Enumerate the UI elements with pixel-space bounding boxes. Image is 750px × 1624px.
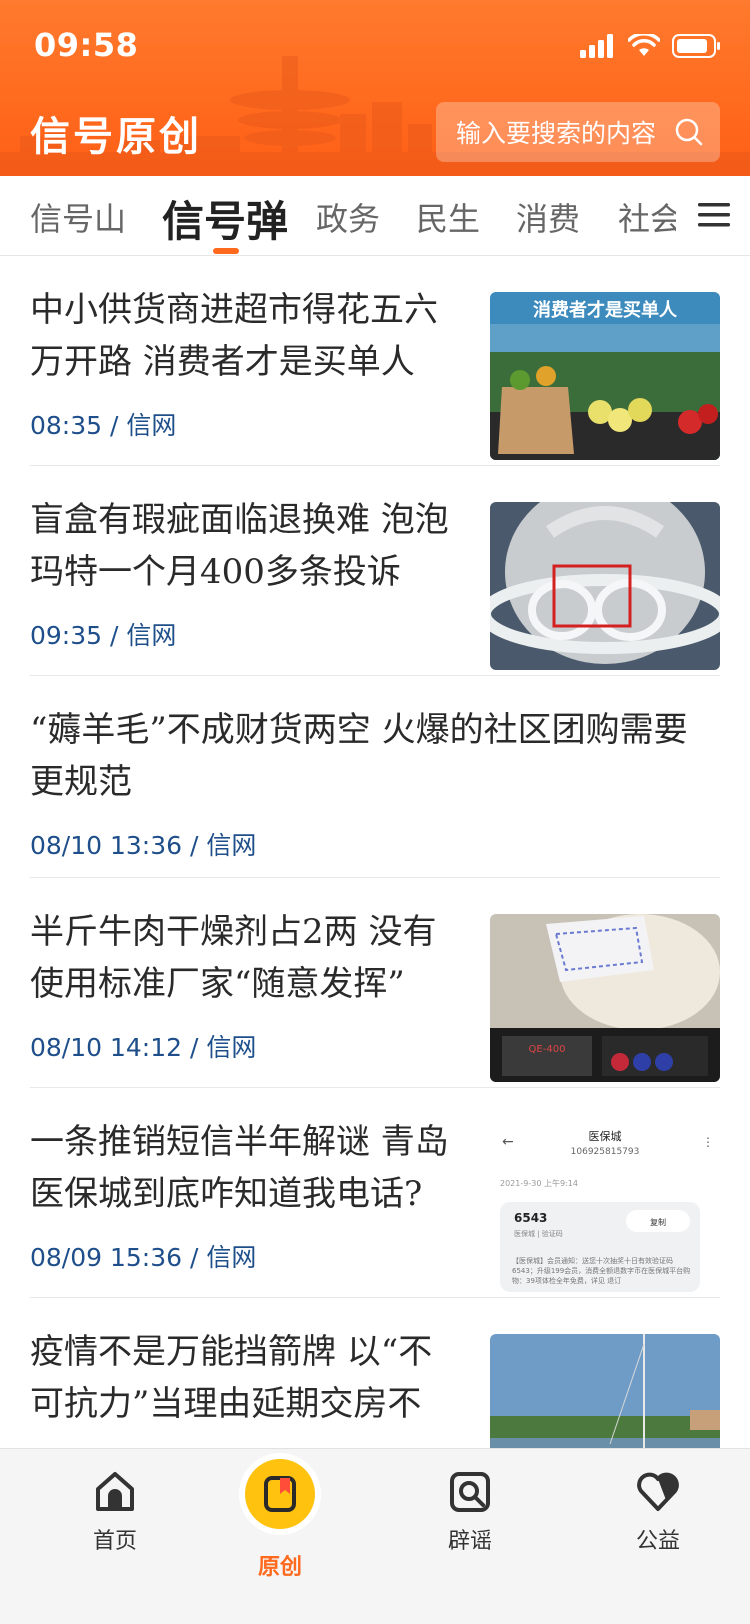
nav-rumor-label: 辟谣 — [447, 1529, 492, 1554]
thumbnail-caption: 消费者才是买单人 — [533, 299, 678, 321]
rumor-check-icon — [450, 1472, 490, 1512]
nav-home[interactable]: 首页 — [55, 1469, 175, 1555]
sms-copy: 复制 — [650, 1217, 666, 1227]
news-thumbnail[interactable]: 消费者才是买单人 — [490, 292, 720, 460]
tab-xinhaoshan[interactable]: 信号山 — [30, 194, 126, 240]
search-placeholder: 输入要搜索的内容 — [456, 119, 657, 148]
news-item[interactable]: 一条推销短信半年解谜 青岛医保城到底咋知道我电话? 08/09 15:36 / … — [30, 1088, 720, 1298]
original-icon — [264, 1476, 296, 1512]
menu-icon[interactable] — [698, 202, 730, 228]
news-title: 盲盒有瑕疵面临退换难 泡泡玛特一个月400多条投诉 — [30, 500, 449, 592]
home-icon — [96, 1472, 134, 1511]
news-item[interactable]: 盲盒有瑕疵面临退换难 泡泡玛特一个月400多条投诉 09:35 / 信网 — [30, 466, 720, 676]
news-item[interactable]: 半斤牛肉干燥剂占2两 没有使用标准厂家“随意发挥” 08/10 14:12 / … — [30, 878, 720, 1088]
news-thumbnail[interactable]: ← 医保城 106925815793 ⋮ 2021-9-30 上午9:14 65… — [490, 1124, 720, 1292]
status-time: 09:58 — [34, 26, 139, 64]
tab-minsheng[interactable]: 民生 — [416, 194, 480, 240]
tab-shehui[interactable]: 社会 — [618, 194, 682, 240]
news-title: 疫情不是万能挡箭牌 以“不可抗力”当理由延期交房不 — [30, 1332, 433, 1424]
news-title: 中小供货商进超市得花五六万开路 消费者才是买单人 — [30, 290, 438, 382]
news-title: 半斤牛肉干燥剂占2两 没有使用标准厂家“随意发挥” — [30, 912, 437, 1004]
news-thumbnail[interactable]: QE-400 — [490, 914, 720, 1082]
nav-charity-label: 公益 — [635, 1529, 680, 1554]
news-meta: 08/10 13:36 / 信网 — [30, 831, 257, 860]
sms-sender: 医保城 — [589, 1129, 622, 1143]
sms-code-sub: 医保城 | 验证码 — [514, 1229, 563, 1238]
desiccant-scale-image: QE-400 — [490, 914, 720, 1082]
status-icons — [580, 32, 722, 60]
blind-box-toy-image — [490, 502, 720, 670]
category-tabs: 信号山 信号弹 政务 民生 消费 社会 — [0, 176, 750, 256]
search-icon[interactable] — [674, 117, 704, 147]
scale-reading: QE-400 — [529, 1044, 566, 1055]
nav-charity[interactable]: 公益 — [598, 1469, 718, 1555]
app-logo: 信号原创 — [30, 114, 202, 160]
nav-home-label: 首页 — [92, 1529, 137, 1554]
tab-xiaofei[interactable]: 消费 — [516, 194, 580, 240]
news-meta: 08:35 / 信网 — [30, 411, 177, 440]
news-thumbnail[interactable] — [490, 502, 720, 670]
sms-code: 6543 — [514, 1211, 547, 1225]
news-title: 一条推销短信半年解谜 青岛医保城到底咋知道我电话? — [30, 1122, 449, 1214]
news-meta: 09:35 / 信网 — [30, 621, 177, 650]
status-bar: 09:58 — [0, 0, 750, 92]
news-meta: 08/10 14:12 / 信网 — [30, 1033, 257, 1062]
sms-body: 【医保城】会员通知：送您十次抽奖十日有效验证码6543；升级199会员，消费全额… — [512, 1257, 691, 1285]
news-item[interactable]: 疫情不是万能挡箭牌 以“不可抗力”当理由延期交房不 — [30, 1298, 720, 1502]
tab-zhengwu[interactable]: 政务 — [316, 194, 380, 240]
battery-icon — [672, 34, 720, 58]
news-item[interactable]: “薅羊毛”不成财货两空 火爆的社区团购需要更规范 08/10 13:36 / 信… — [30, 676, 720, 878]
news-list: 中小供货商进超市得花五六万开路 消费者才是买单人 08:35 / 信网 消费者才… — [0, 256, 750, 1502]
sms-number: 106925815793 — [571, 1147, 640, 1157]
news-title: “薅羊毛”不成财货两空 火爆的社区团购需要更规范 — [30, 710, 688, 802]
sms-screenshot-image: ← 医保城 106925815793 ⋮ 2021-9-30 上午9:14 65… — [490, 1124, 720, 1292]
svg-text:←: ← — [502, 1134, 514, 1150]
nav-rumor-check[interactable]: 辟谣 — [410, 1469, 530, 1555]
charity-heart-icon — [637, 1472, 679, 1511]
svg-text:⋮: ⋮ — [702, 1135, 714, 1149]
nav-original[interactable]: 原创 — [220, 1459, 340, 1581]
active-tab-indicator — [213, 248, 239, 254]
bottom-nav: 首页 原创 辟谣 公益 — [0, 1448, 750, 1624]
search-input[interactable]: 输入要搜索的内容 — [436, 102, 720, 162]
app-header: 09:58 信号原创 输入要搜索的内容 — [0, 0, 750, 176]
news-item[interactable]: 中小供货商进超市得花五六万开路 消费者才是买单人 08:35 / 信网 消费者才… — [30, 256, 720, 466]
news-meta: 08/09 15:36 / 信网 — [30, 1243, 257, 1272]
original-button[interactable] — [245, 1459, 315, 1529]
sms-date: 2021-9-30 上午9:14 — [500, 1178, 578, 1188]
tab-xinhaodan[interactable]: 信号弹 — [162, 188, 288, 249]
supermarket-produce-image: 消费者才是买单人 — [490, 292, 720, 460]
wifi-icon — [628, 34, 660, 56]
cellular-signal-icon — [580, 34, 613, 58]
nav-original-label: 原创 — [257, 1555, 302, 1580]
